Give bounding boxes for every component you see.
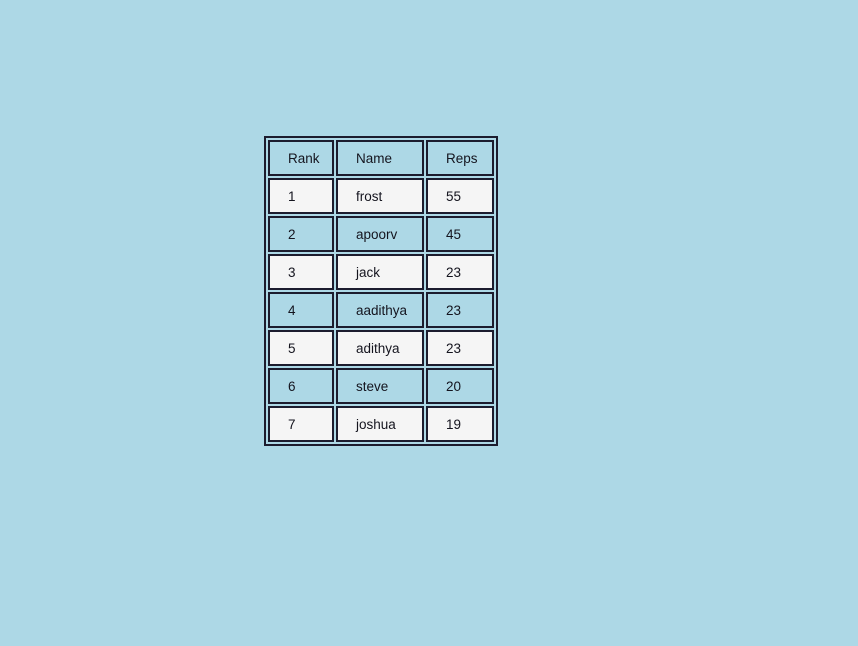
leaderboard-table-container: Rank Name Reps 1 frost 55 2 apoorv 45 3 — [264, 136, 498, 446]
page-root: Rank Name Reps 1 frost 55 2 apoorv 45 3 — [0, 0, 858, 646]
cell-rank: 1 — [268, 178, 334, 214]
table-row: 4 aadithya 23 — [268, 292, 494, 328]
cell-reps: 23 — [426, 254, 494, 290]
column-header-name: Name — [336, 140, 424, 176]
cell-reps: 23 — [426, 292, 494, 328]
cell-reps: 45 — [426, 216, 494, 252]
table-row: 6 steve 20 — [268, 368, 494, 404]
leaderboard-table: Rank Name Reps 1 frost 55 2 apoorv 45 3 — [264, 136, 498, 446]
table-header-row: Rank Name Reps — [268, 140, 494, 176]
cell-rank: 7 — [268, 406, 334, 442]
column-header-reps: Reps — [426, 140, 494, 176]
table-header: Rank Name Reps — [268, 140, 494, 176]
table-row: 2 apoorv 45 — [268, 216, 494, 252]
table-row: 5 adithya 23 — [268, 330, 494, 366]
column-header-rank: Rank — [268, 140, 334, 176]
cell-rank: 4 — [268, 292, 334, 328]
cell-name: frost — [336, 178, 424, 214]
cell-reps: 23 — [426, 330, 494, 366]
cell-name: joshua — [336, 406, 424, 442]
cell-reps: 20 — [426, 368, 494, 404]
cell-rank: 3 — [268, 254, 334, 290]
table-body: 1 frost 55 2 apoorv 45 3 jack 23 4 aadit… — [268, 178, 494, 442]
table-row: 1 frost 55 — [268, 178, 494, 214]
cell-name: jack — [336, 254, 424, 290]
table-row: 3 jack 23 — [268, 254, 494, 290]
table-row: 7 joshua 19 — [268, 406, 494, 442]
cell-name: apoorv — [336, 216, 424, 252]
cell-reps: 55 — [426, 178, 494, 214]
cell-name: steve — [336, 368, 424, 404]
cell-rank: 2 — [268, 216, 334, 252]
cell-rank: 6 — [268, 368, 334, 404]
cell-name: adithya — [336, 330, 424, 366]
cell-reps: 19 — [426, 406, 494, 442]
cell-name: aadithya — [336, 292, 424, 328]
cell-rank: 5 — [268, 330, 334, 366]
